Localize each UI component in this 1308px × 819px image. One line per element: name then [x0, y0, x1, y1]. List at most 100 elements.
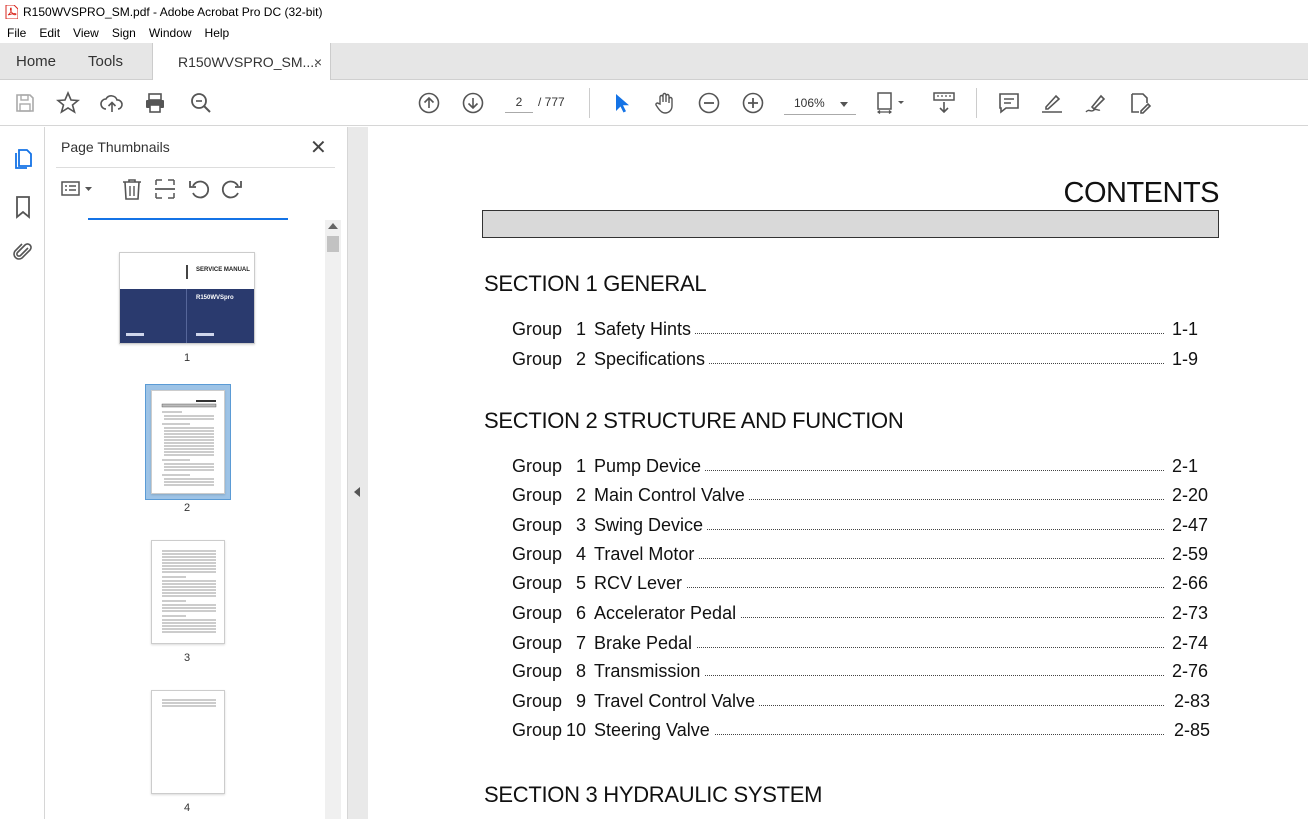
zoom-out-icon[interactable]: [697, 91, 721, 115]
tab-document[interactable]: R150WVSPRO_SM.... ×: [152, 43, 331, 81]
toc-row[interactable]: Group 2 Specifications 1-9: [512, 349, 1212, 373]
panel-title: Page Thumbnails: [61, 139, 170, 155]
toc-group: Group: [512, 349, 563, 369]
comment-icon[interactable]: [997, 91, 1021, 115]
zoom-level-value: 106%: [794, 95, 825, 110]
page-fit-icon[interactable]: [875, 91, 904, 115]
toc-row[interactable]: Group 6 Accelerator Pedal 2-73: [512, 603, 1212, 627]
delete-page-icon[interactable]: [120, 177, 144, 201]
toc-num: 5: [575, 573, 586, 593]
thumbnail-page-3[interactable]: [151, 540, 225, 644]
collapse-panel-arrow-icon[interactable]: [354, 487, 360, 497]
page-thumbnails-icon[interactable]: [11, 147, 35, 171]
toc-group: Group: [512, 633, 563, 653]
highlight-pen-icon[interactable]: [1040, 91, 1064, 115]
toc-row[interactable]: Group 1 Safety Hints 1-1: [512, 319, 1212, 343]
draw-sign-icon[interactable]: [1084, 91, 1108, 115]
main-toolbar: / 777 106%: [0, 80, 1308, 126]
previous-page-icon[interactable]: [417, 91, 441, 115]
page-number-input[interactable]: [505, 91, 533, 113]
toc-row[interactable]: Group 9 Travel Control Valve 2-83: [512, 691, 1212, 715]
toc-title: Pump Device: [594, 456, 706, 477]
toc-row[interactable]: Group 3 Swing Device 2-47: [512, 515, 1212, 539]
options-menu-icon[interactable]: [60, 177, 96, 201]
toc-row[interactable]: Group 4 Travel Motor 2-59: [512, 544, 1212, 568]
toc-group: Group: [512, 691, 563, 711]
toc-page: 2-74: [1170, 633, 1209, 654]
toc-group: Group: [512, 485, 563, 505]
zoom-in-icon[interactable]: [741, 91, 765, 115]
toc-num: 8: [575, 661, 586, 681]
edit-pdf-icon[interactable]: [1128, 91, 1152, 115]
menu-file[interactable]: File: [7, 26, 26, 40]
toc-page: 1-9: [1170, 349, 1199, 370]
panel-divider: [56, 167, 335, 168]
thumbnail-page-2[interactable]: [151, 390, 225, 494]
attachments-paperclip-icon[interactable]: [11, 240, 35, 264]
cover-blue-band: R150WVSpro: [120, 289, 254, 343]
window-title: R150WVSPRO_SM.pdf - Adobe Acrobat Pro DC…: [23, 4, 323, 19]
thumbnail-label: 1: [183, 352, 191, 364]
menu-view[interactable]: View: [73, 26, 99, 40]
select-cursor-icon[interactable]: [609, 91, 633, 115]
toc-row[interactable]: Group 2 Main Control Valve 2-20: [512, 485, 1212, 509]
scroll-thumb[interactable]: [327, 236, 339, 252]
toc-num: 2: [575, 349, 586, 369]
toc-title: Transmission: [594, 661, 705, 682]
extract-pages-icon[interactable]: [153, 177, 177, 201]
toc-row[interactable]: Group 8 Transmission 2-76: [512, 661, 1212, 685]
toolbar-divider: [976, 88, 977, 118]
tab-close-icon[interactable]: ×: [314, 54, 322, 70]
tab-home[interactable]: Home: [16, 43, 56, 80]
bookmarks-icon[interactable]: [11, 195, 35, 219]
thumbnail-page-1[interactable]: SERVICE MANUAL R150WVSpro: [119, 252, 255, 344]
thumbnail-page-4[interactable]: [151, 690, 225, 794]
upload-cloud-icon[interactable]: [100, 91, 124, 115]
chevron-down-icon: [840, 96, 848, 110]
find-zoom-icon[interactable]: [189, 91, 213, 115]
thumbnail-scrollbar[interactable]: [325, 220, 341, 819]
contents-header-bar: [482, 210, 1219, 238]
thumbnail-3-lines: [162, 550, 216, 633]
toc-row[interactable]: Group 1 Pump Device 2-1: [512, 456, 1212, 480]
save-icon[interactable]: [13, 91, 37, 115]
tab-tools[interactable]: Tools: [88, 43, 123, 80]
scroll-mode-icon[interactable]: [932, 91, 956, 115]
toc-title: Accelerator Pedal: [594, 603, 741, 624]
toc-group: Group: [512, 456, 563, 476]
toc-page: 2-83: [1172, 691, 1211, 712]
scroll-up-arrow-icon[interactable]: [328, 223, 338, 229]
bookmark-star-icon[interactable]: [55, 90, 81, 115]
menu-edit[interactable]: Edit: [39, 26, 60, 40]
print-icon[interactable]: [143, 91, 167, 115]
toc-row[interactable]: Group 7 Brake Pedal 2-74: [512, 633, 1212, 657]
cover-logo: [196, 333, 214, 336]
toc-page: 2-73: [1170, 603, 1209, 624]
cover-spine-line: [186, 289, 187, 343]
close-panel-icon[interactable]: ✕: [310, 135, 327, 160]
toc-row[interactable]: Group 10 Steering Valve 2-85: [512, 720, 1212, 744]
toc-page: 1-1: [1170, 319, 1199, 340]
menu-window[interactable]: Window: [149, 26, 192, 40]
menu-sign[interactable]: Sign: [112, 26, 136, 40]
toc-num: 4: [575, 544, 586, 564]
tab-bar: Home Tools R150WVSPRO_SM.... ×: [0, 43, 1308, 81]
rotate-left-icon[interactable]: [187, 177, 211, 201]
menu-help[interactable]: Help: [205, 26, 230, 40]
toc-page: 2-47: [1170, 515, 1209, 536]
rotate-right-icon[interactable]: [220, 177, 244, 201]
next-page-icon[interactable]: [461, 91, 485, 115]
toc-group: Group: [512, 515, 563, 535]
cover-top: SERVICE MANUAL: [120, 253, 254, 289]
toolbar-divider: [589, 88, 590, 118]
toc-group: Group: [512, 720, 563, 740]
panel-toolbar-underline: [88, 218, 288, 220]
toc-num: 1: [575, 319, 586, 339]
toc-page: 2-20: [1170, 485, 1209, 506]
toc-title: Main Control Valve: [594, 485, 749, 506]
hand-tool-icon[interactable]: [653, 91, 677, 115]
zoom-level-dropdown[interactable]: 106%: [784, 91, 856, 115]
toc-num: 6: [575, 603, 586, 623]
page-thumbnails-panel: Page Thumbnails ✕ SERVICE MANUAL R150WVS…: [45, 127, 348, 819]
toc-row[interactable]: Group 5 RCV Lever 2-66: [512, 573, 1212, 597]
